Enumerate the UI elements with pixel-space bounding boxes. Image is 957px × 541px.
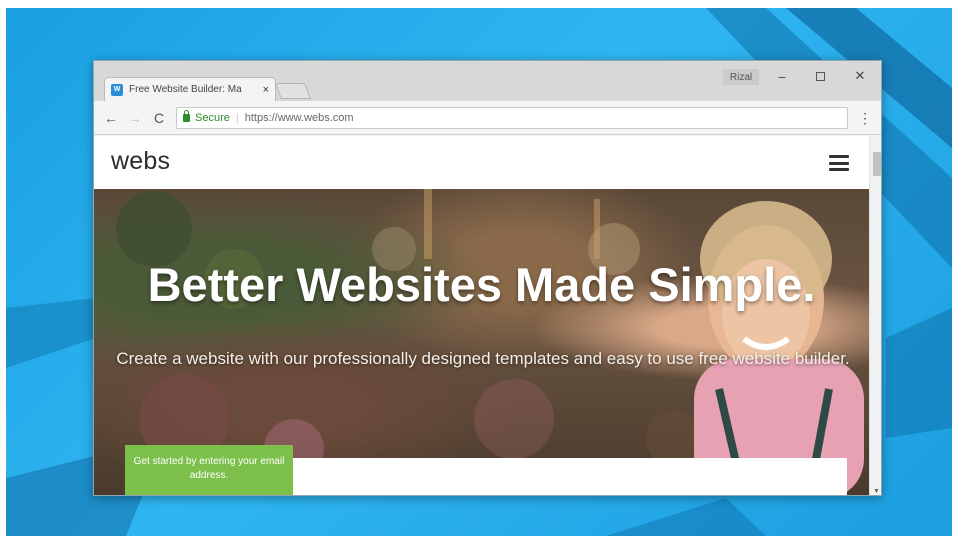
address-separator: | xyxy=(235,112,239,124)
hero-section: Better Websites Made Simple. Create a we… xyxy=(94,189,869,495)
title-bar[interactable]: W Free Website Builder: Ma × Rizal – ✕ xyxy=(94,61,881,101)
get-started-label: Get started by entering your email addre… xyxy=(125,445,293,495)
lock-icon xyxy=(183,110,190,122)
kebab-menu-icon[interactable]: ⋮ xyxy=(858,109,872,127)
page-scrollbar[interactable]: ▼ xyxy=(869,136,881,495)
new-tab-button[interactable] xyxy=(275,83,311,99)
page-viewport: webs Better Websites Made Simple. Create… xyxy=(94,136,869,495)
scroll-down-arrow-icon[interactable]: ▼ xyxy=(873,488,880,495)
close-icon[interactable]: ✕ xyxy=(848,65,872,87)
maximize-icon[interactable] xyxy=(808,65,832,87)
tab-close-icon[interactable]: × xyxy=(263,84,269,96)
hero-subtitle: Create a website with our professionally… xyxy=(116,349,850,368)
secure-label: Secure xyxy=(195,112,230,124)
tab-title: Free Website Builder: Ma xyxy=(129,84,242,95)
url-text[interactable]: https://www.webs.com xyxy=(245,112,354,124)
webs-favicon-icon: W xyxy=(111,83,123,96)
webs-logo[interactable]: webs xyxy=(111,147,170,176)
scrollbar-thumb[interactable] xyxy=(873,152,881,176)
hamburger-menu-icon[interactable] xyxy=(829,155,849,171)
browser-window: W Free Website Builder: Ma × Rizal – ✕ ←… xyxy=(93,60,882,496)
forward-arrow-icon[interactable]: → xyxy=(126,109,144,127)
hero-title: Better Websites Made Simple. xyxy=(147,258,816,311)
browser-toolbar: ← → C Secure | https://www.webs.com ⋮ xyxy=(94,101,881,135)
minimize-icon[interactable]: – xyxy=(770,65,794,87)
back-arrow-icon[interactable]: ← xyxy=(102,109,120,127)
reload-icon[interactable]: C xyxy=(150,109,168,127)
site-header: webs xyxy=(94,136,869,189)
browser-tab[interactable]: W Free Website Builder: Ma × xyxy=(104,77,276,101)
address-bar[interactable]: Secure | https://www.webs.com xyxy=(176,107,848,129)
profile-button[interactable]: Rizal xyxy=(723,69,759,85)
